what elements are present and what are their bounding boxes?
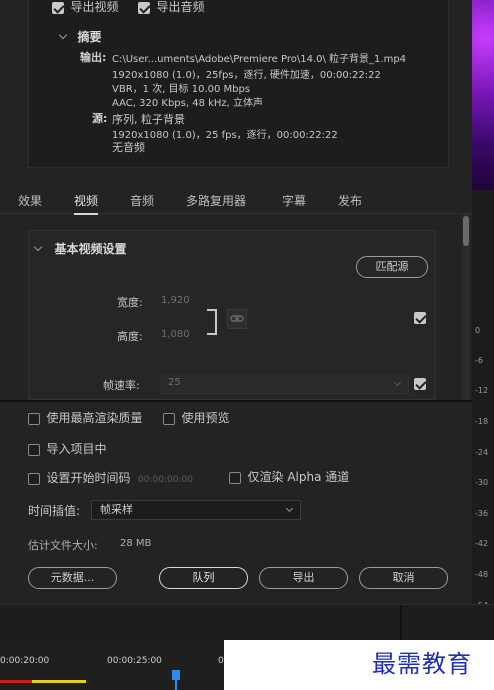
export-options-panel: 使用最高渲染质量 使用预览 导入项目中 设置开始时间码 00:00:00:00 … <box>0 400 472 604</box>
ruler-tick: -42 <box>475 539 489 548</box>
aspect-bracket <box>207 309 217 335</box>
time-interpolation-label: 时间插值: <box>28 504 81 518</box>
export-button[interactable]: 导出 <box>259 567 348 589</box>
settings-scrollbar[interactable] <box>462 214 470 400</box>
time-interpolation-value: 帧采样 <box>100 503 133 516</box>
preview-background <box>472 190 494 320</box>
output-line: AAC, 320 Kbps, 48 kHz, 立体声 <box>112 98 264 109</box>
ruler-tick: -36 <box>475 509 489 518</box>
dimensions-match-checkbox[interactable] <box>414 312 426 324</box>
preview-video-strip <box>472 0 494 190</box>
set-start-timecode-checkbox[interactable] <box>28 473 40 485</box>
tab-captions[interactable]: 字幕 <box>282 192 306 209</box>
settings-tabs: 效果 视频 音频 多路复用器 字幕 发布 <box>0 186 472 215</box>
summary-header[interactable]: 摘要 <box>58 28 102 45</box>
summary-title: 摘要 <box>77 30 102 44</box>
tab-publish[interactable]: 发布 <box>338 192 362 209</box>
render-alpha-label: 仅渲染 Alpha 通道 <box>247 470 350 484</box>
time-interpolation-select[interactable]: 帧采样 <box>91 500 301 520</box>
width-value[interactable]: 1,920 <box>161 295 190 306</box>
width-label: 宽度: <box>117 296 143 309</box>
ruler-tick: -6 <box>475 356 483 365</box>
export-video-label: 导出视频 <box>70 0 119 14</box>
set-start-timecode-label: 设置开始时间码 <box>46 471 131 485</box>
export-settings-dialog: 导出视频 导出音频 摘要 输出: C:\User...uments\Adobe\… <box>0 0 472 400</box>
basic-video-title: 基本视频设置 <box>54 242 127 256</box>
playhead-icon[interactable] <box>172 670 180 680</box>
audio-meter-ruler: 0 -6 -12 -18 -24 -30 -36 -42 -48 -54 <box>472 320 494 620</box>
max-render-quality-checkbox[interactable] <box>28 413 40 425</box>
timeline-header <box>0 604 494 641</box>
ruler-tick: -30 <box>475 478 489 487</box>
ruler-tick: -48 <box>475 570 489 579</box>
import-into-project-checkbox[interactable] <box>28 444 40 456</box>
timeline-render-bar-yellow <box>32 680 86 683</box>
basic-video-header[interactable]: 基本视频设置 <box>33 240 127 257</box>
max-render-quality-option[interactable]: 使用最高渲染质量 <box>28 409 143 426</box>
basic-video-settings-panel: 基本视频设置 匹配源 宽度: 1,920 高度: 1,080 帧速率: 25 <box>28 230 436 400</box>
output-line: C:\User...uments\Adobe\Premiere Pro\14.0… <box>112 54 407 65</box>
timeline-render-bar-red <box>0 680 32 683</box>
output-label: 输出: <box>80 51 107 64</box>
queue-button[interactable]: 队列 <box>159 567 248 589</box>
chevron-down-icon <box>393 378 402 387</box>
height-label: 高度: <box>117 330 143 343</box>
export-audio-option[interactable]: 导出音频 <box>138 0 205 15</box>
framerate-value: 25 <box>168 377 181 388</box>
export-video-checkbox[interactable] <box>52 2 64 14</box>
source-line: 1920x1080 (1.0)，25 fps，逐行，00:00:22:22 <box>112 130 338 141</box>
chevron-down-icon <box>285 504 294 513</box>
estimated-size-label: 估计文件大小: <box>28 539 98 552</box>
source-line: 无音频 <box>112 141 145 154</box>
source-label: 源: <box>92 112 108 125</box>
ruler-tick: 0 <box>475 326 481 335</box>
use-previews-option[interactable]: 使用预览 <box>163 409 230 426</box>
output-line: VBR，1 次, 目标 10.00 Mbps <box>112 84 251 95</box>
source-line: 序列, 粒子背景 <box>112 113 185 126</box>
ruler-tick: -12 <box>475 386 489 395</box>
export-audio-label: 导出音频 <box>156 0 205 14</box>
scrollbar-thumb[interactable] <box>463 216 469 246</box>
timecode-label: 0 <box>218 656 224 666</box>
playhead-line <box>175 680 177 690</box>
tab-effects[interactable]: 效果 <box>18 192 42 209</box>
timecode-label: 00:00:25:00 <box>107 656 162 666</box>
framerate-match-checkbox[interactable] <box>414 378 426 390</box>
chevron-down-icon <box>58 30 68 40</box>
match-source-button[interactable]: 匹配源 <box>356 256 428 278</box>
export-video-option[interactable]: 导出视频 <box>52 0 119 15</box>
import-into-project-option[interactable]: 导入项目中 <box>28 440 107 457</box>
tab-video[interactable]: 视频 <box>74 192 99 215</box>
framerate-label: 帧速率: <box>103 379 140 392</box>
ruler-tick: -18 <box>475 417 489 426</box>
output-line: 1920x1080 (1.0)，25fps，逐行, 硬件加速，00:00:22:… <box>112 70 381 81</box>
tab-audio[interactable]: 音频 <box>130 192 154 209</box>
watermark-text: 最需教育 <box>372 650 472 678</box>
use-previews-checkbox[interactable] <box>163 413 175 425</box>
metadata-button[interactable]: 元数据... <box>28 567 117 589</box>
max-render-quality-label: 使用最高渲染质量 <box>46 411 143 425</box>
render-alpha-checkbox[interactable] <box>229 472 241 484</box>
timecode-label: 0:00:20:00 <box>0 656 50 666</box>
height-value[interactable]: 1,080 <box>161 329 190 340</box>
tab-multiplexer[interactable]: 多路复用器 <box>186 192 246 209</box>
import-into-project-label: 导入项目中 <box>46 442 107 456</box>
panel-divider <box>400 605 402 641</box>
render-alpha-option[interactable]: 仅渲染 Alpha 通道 <box>229 468 349 485</box>
use-previews-label: 使用预览 <box>181 411 230 425</box>
set-start-timecode-option[interactable]: 设置开始时间码 00:00:00:00 <box>28 469 193 486</box>
link-icon[interactable] <box>227 309 247 329</box>
chevron-down-icon <box>33 242 43 252</box>
ruler-tick: -24 <box>475 448 489 457</box>
estimated-size-value: 28 MB <box>120 538 152 549</box>
cancel-button[interactable]: 取消 <box>359 567 448 589</box>
framerate-select[interactable]: 25 <box>161 374 409 394</box>
start-timecode-value[interactable]: 00:00:00:00 <box>138 475 193 485</box>
export-audio-checkbox[interactable] <box>138 2 150 14</box>
